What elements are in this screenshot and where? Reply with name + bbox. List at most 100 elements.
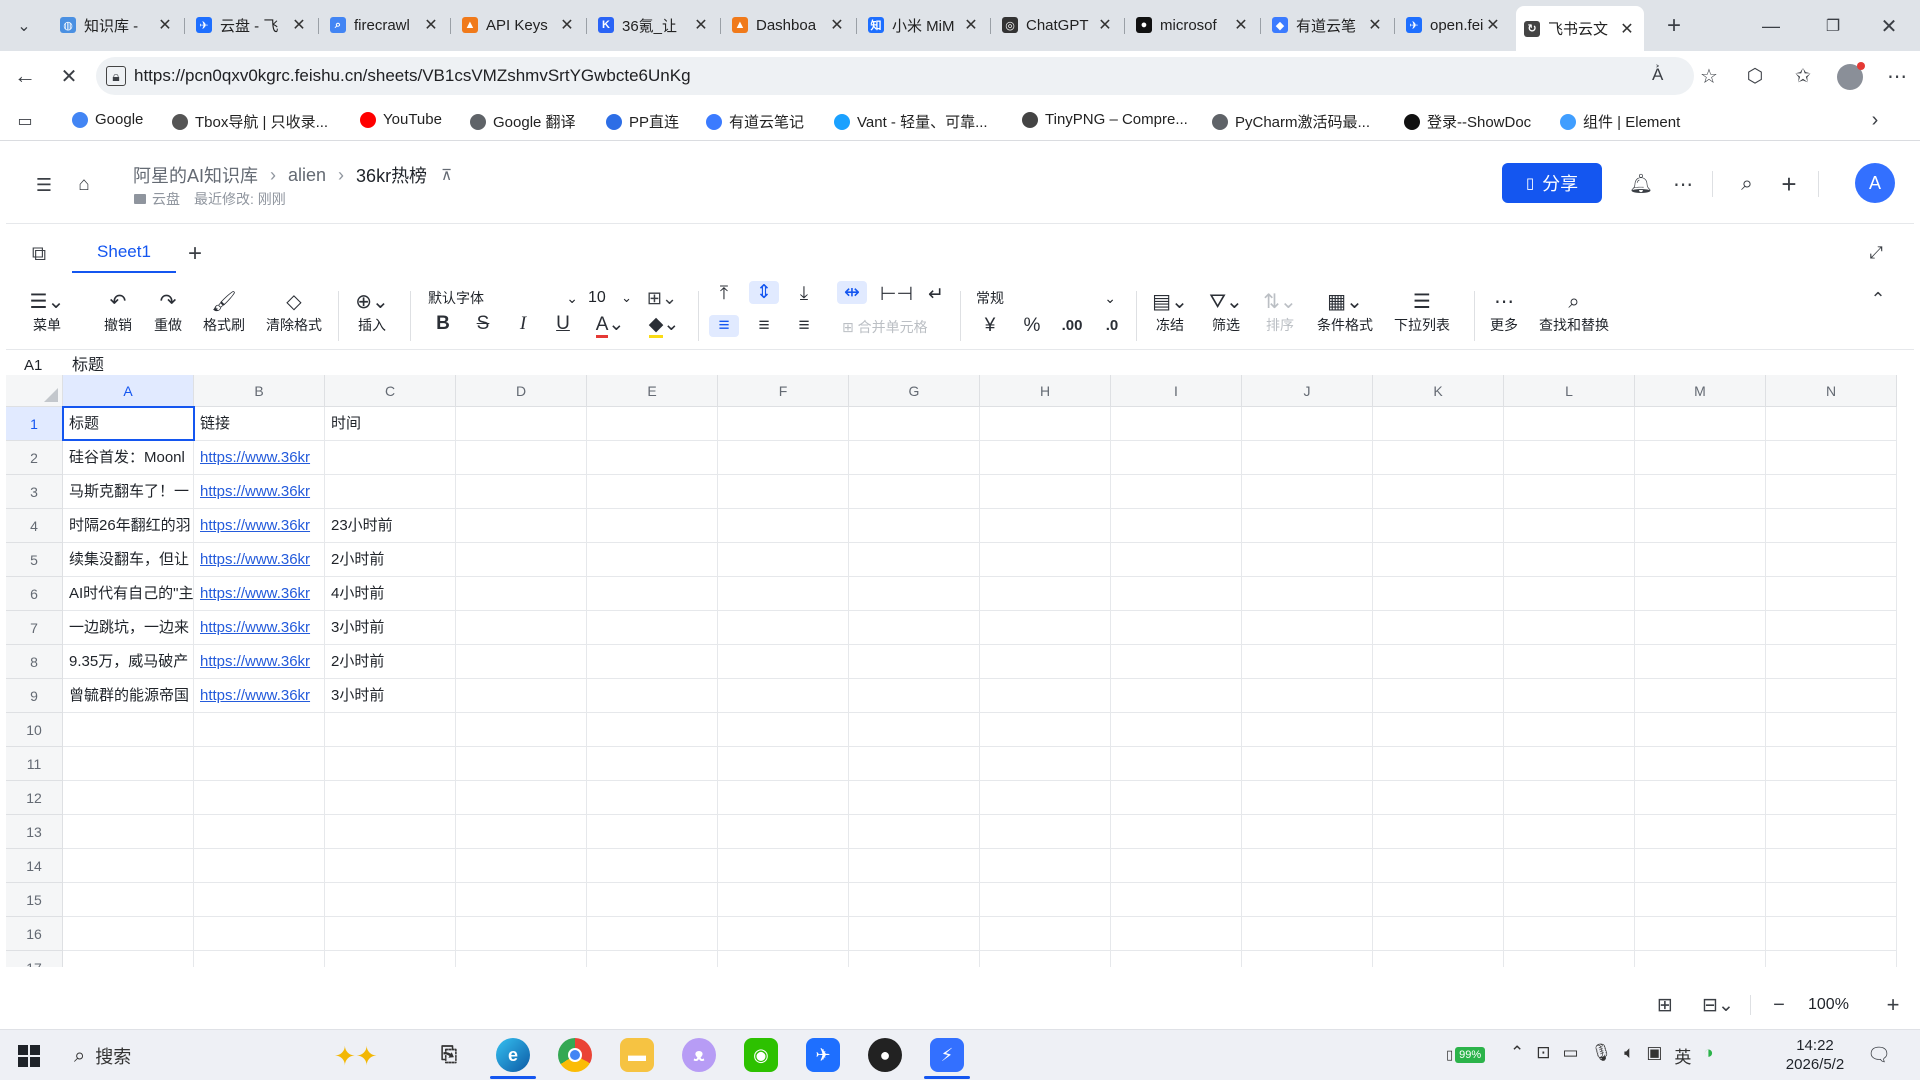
align-top-icon[interactable]: ⤒ [709, 283, 739, 305]
collections-icon[interactable]: ▭ [14, 111, 36, 131]
table-cell[interactable]: 4小时前 [325, 577, 456, 611]
table-cell[interactable] [1635, 407, 1766, 441]
table-cell[interactable] [63, 815, 194, 849]
column-header[interactable]: J [1242, 375, 1373, 407]
table-cell[interactable] [980, 645, 1111, 679]
table-cell[interactable] [718, 611, 849, 645]
browser-tab[interactable]: ▲ Dashboa ✕ [724, 7, 854, 43]
table-cell[interactable] [1635, 577, 1766, 611]
row-header[interactable]: 12 [6, 781, 63, 815]
table-cell[interactable] [1766, 747, 1897, 781]
table-cell[interactable] [980, 611, 1111, 645]
browser-menu-icon[interactable]: ⋯ [1884, 63, 1910, 89]
bookmark-item[interactable]: 有道云笔记 [706, 111, 804, 132]
feishu-app-icon[interactable]: ⚡ [930, 1038, 964, 1072]
table-cell[interactable] [587, 951, 718, 967]
link-cell[interactable]: https://www.36kr [194, 543, 325, 577]
table-cell[interactable] [1111, 611, 1242, 645]
table-cell[interactable] [718, 713, 849, 747]
tab-close-icon[interactable]: ✕ [828, 15, 846, 35]
table-cell[interactable] [1111, 883, 1242, 917]
table-cell[interactable] [1504, 441, 1635, 475]
minimize-window-button[interactable]: — [1756, 12, 1786, 40]
table-cell[interactable] [587, 543, 718, 577]
bookmark-item[interactable]: 组件 | Element [1560, 111, 1680, 132]
table-cell[interactable] [456, 849, 587, 883]
table-cell[interactable] [194, 849, 325, 883]
font-color-icon[interactable]: A⌄ [590, 313, 630, 338]
table-cell[interactable] [1766, 475, 1897, 509]
column-header[interactable]: N [1766, 375, 1897, 407]
table-cell[interactable] [1373, 815, 1504, 849]
table-cell[interactable] [1504, 815, 1635, 849]
table-cell[interactable] [980, 543, 1111, 577]
table-cell[interactable] [980, 815, 1111, 849]
address-bar[interactable]: 🔒︎ https://pcn0qxv0kgrc.feishu.cn/sheets… [96, 57, 1694, 95]
decrease-decimal-icon[interactable]: .0 [1097, 317, 1127, 334]
pin-icon[interactable]: ⊼ [441, 166, 452, 184]
table-cell[interactable] [1504, 849, 1635, 883]
font-family-select[interactable]: 默认字体 ⌄ [428, 285, 578, 311]
table-cell[interactable] [194, 815, 325, 849]
tab-close-icon[interactable]: ✕ [1096, 15, 1114, 35]
notification-bell-icon[interactable]: 🔔︎ [1628, 171, 1654, 197]
row-header[interactable]: 9 [6, 679, 63, 713]
table-cell[interactable] [1111, 475, 1242, 509]
battery-indicator[interactable]: ▯ 99% [1446, 1044, 1486, 1066]
table-cell[interactable] [1504, 475, 1635, 509]
number-format-select[interactable]: 常规 ⌄ [976, 285, 1116, 311]
network-icon[interactable]: ⊡ [1536, 1043, 1550, 1068]
tab-close-icon[interactable]: ✕ [1232, 15, 1250, 35]
bookmark-item[interactable]: Vant - 轻量、可靠... [834, 111, 988, 132]
table-cell[interactable] [456, 407, 587, 441]
table-cell[interactable] [1242, 611, 1373, 645]
tab-close-icon[interactable]: ✕ [422, 15, 440, 35]
table-cell[interactable] [1373, 747, 1504, 781]
table-cell[interactable] [1635, 679, 1766, 713]
table-cell[interactable] [1766, 815, 1897, 849]
table-cell[interactable] [1111, 917, 1242, 951]
row-header[interactable]: 10 [6, 713, 63, 747]
url-text[interactable]: https://pcn0qxv0kgrc.feishu.cn/sheets/VB… [134, 66, 691, 86]
text-overflow-icon[interactable]: ⇹ [837, 281, 867, 304]
table-cell[interactable] [1504, 407, 1635, 441]
tab-close-icon[interactable]: ✕ [156, 15, 174, 35]
table-cell[interactable] [1373, 611, 1504, 645]
notification-center-icon[interactable]: 🗨︎ [1866, 1042, 1892, 1068]
filter-button[interactable]: ⛛⌄ 筛选 [1202, 289, 1250, 335]
browser-tab[interactable]: ⌕ firecrawl ✕ [322, 7, 448, 43]
app-cat-icon[interactable]: ᴥ [682, 1038, 716, 1072]
bookmark-item[interactable]: Google [72, 111, 143, 128]
table-cell[interactable] [1111, 441, 1242, 475]
table-cell[interactable] [718, 917, 849, 951]
table-cell[interactable] [849, 713, 980, 747]
link-cell[interactable]: https://www.36kr [194, 611, 325, 645]
row-header[interactable]: 16 [6, 917, 63, 951]
table-cell[interactable] [1111, 747, 1242, 781]
table-cell[interactable] [718, 849, 849, 883]
table-cell[interactable] [1635, 883, 1766, 917]
table-cell[interactable] [325, 713, 456, 747]
table-cell[interactable] [456, 441, 587, 475]
bookmark-item[interactable]: YouTube [360, 111, 442, 128]
table-cell[interactable]: 时间 [325, 407, 456, 441]
table-cell[interactable] [1504, 951, 1635, 967]
table-cell[interactable] [63, 883, 194, 917]
table-cell[interactable] [63, 951, 194, 967]
table-cell[interactable] [1766, 441, 1897, 475]
table-cell[interactable] [718, 475, 849, 509]
tab-close-icon[interactable]: ✕ [1366, 15, 1384, 35]
table-cell[interactable] [1504, 781, 1635, 815]
table-cell[interactable] [980, 781, 1111, 815]
table-cell[interactable] [1504, 883, 1635, 917]
table-cell[interactable] [980, 747, 1111, 781]
table-cell[interactable] [1504, 577, 1635, 611]
volume-icon[interactable]: 🔈︎ [1624, 1043, 1634, 1068]
table-cell[interactable] [1111, 781, 1242, 815]
chevron-up-icon[interactable]: ⌃ [1510, 1043, 1524, 1068]
table-cell[interactable] [718, 747, 849, 781]
table-cell[interactable]: 一边跳坑，一边来 [63, 611, 194, 645]
table-cell[interactable] [849, 407, 980, 441]
redo-button[interactable]: ↷ 重做 [148, 289, 188, 335]
column-header[interactable]: M [1635, 375, 1766, 407]
